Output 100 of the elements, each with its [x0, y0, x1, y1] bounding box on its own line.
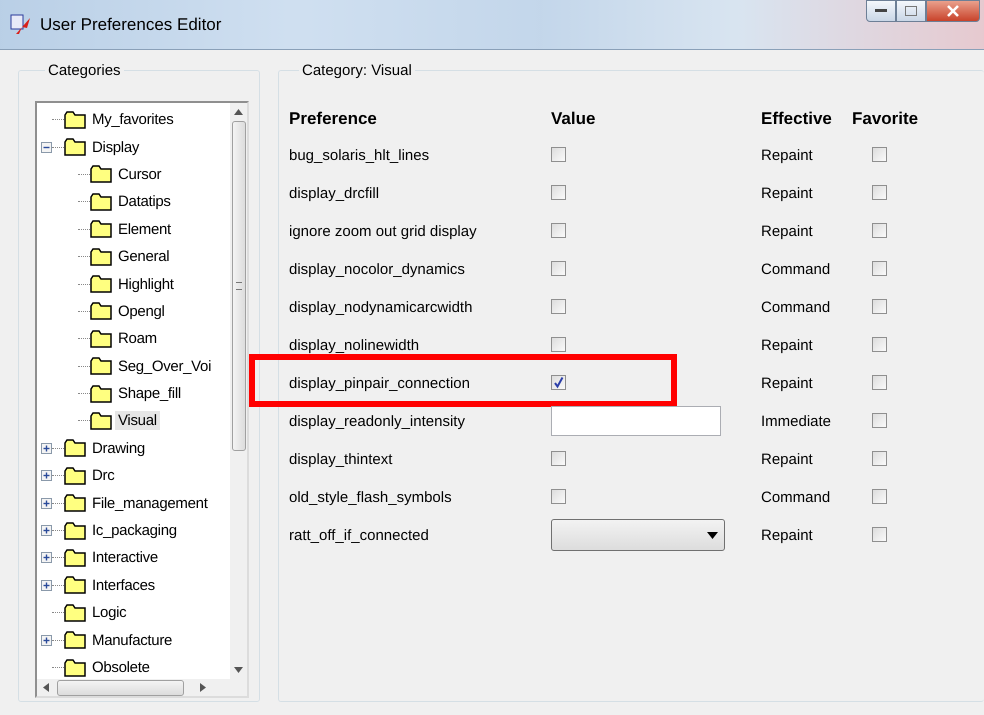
expand-icon[interactable]: [41, 552, 52, 564]
tree-item[interactable]: General: [115, 247, 172, 266]
tree-item[interactable]: Roam: [115, 329, 160, 348]
folder-icon: [64, 439, 86, 458]
tree-item[interactable]: Display: [89, 138, 142, 157]
effective-value: Repaint: [761, 451, 814, 470]
value-checkbox[interactable]: [551, 299, 566, 314]
value-dropdown[interactable]: [551, 519, 725, 551]
minimize-button[interactable]: [866, 0, 896, 22]
folder-icon: [64, 548, 86, 567]
favorite-checkbox[interactable]: [872, 261, 887, 276]
scroll-down-icon[interactable]: [234, 667, 243, 673]
column-header: Effective: [761, 109, 833, 130]
folder-icon: [90, 165, 112, 184]
minimize-icon: [875, 9, 887, 13]
scroll-up-icon[interactable]: [234, 109, 243, 115]
tree-item[interactable]: Interfaces: [89, 576, 158, 595]
favorite-checkbox[interactable]: [872, 299, 887, 314]
folder-icon: [64, 576, 86, 594]
folder-icon: [64, 466, 86, 485]
favorite-checkbox[interactable]: [872, 451, 887, 466]
tree-item[interactable]: Obsolete: [89, 658, 153, 677]
tree-item[interactable]: Datatips: [115, 192, 174, 212]
folder-icon: [64, 604, 86, 622]
expand-icon[interactable]: [41, 580, 52, 591]
tree-item[interactable]: Ic_packaging: [89, 521, 180, 540]
folder-icon: [64, 631, 86, 650]
preference-name: display_readonly_intensity: [289, 413, 465, 430]
window-title: User Preferences Editor: [40, 14, 222, 34]
value-checkbox[interactable]: [551, 261, 566, 276]
preference-name: display_nodynamicarcwidth: [289, 299, 472, 316]
tree-item[interactable]: Element: [115, 220, 174, 239]
effective-value: Immediate: [761, 413, 832, 432]
column-header: Value: [551, 109, 596, 130]
scroll-left-icon[interactable]: [43, 683, 49, 692]
expand-icon[interactable]: [41, 634, 52, 646]
folder-icon: [90, 357, 112, 376]
app-icon: [10, 14, 32, 36]
maximize-icon: [905, 6, 917, 16]
column-header: Favorite: [852, 109, 920, 130]
tree-item[interactable]: Manufacture: [89, 630, 176, 650]
scroll-right-icon[interactable]: [200, 683, 206, 692]
effective-value: Command: [761, 261, 832, 280]
folder-icon: [90, 302, 112, 320]
value-field[interactable]: [551, 406, 721, 436]
close-button[interactable]: [926, 0, 980, 22]
folder-icon: [90, 275, 112, 294]
folder-icon: [64, 138, 86, 156]
tree-item[interactable]: Drc: [89, 466, 118, 486]
favorite-checkbox[interactable]: [872, 337, 887, 352]
folder-icon: [64, 658, 86, 676]
favorite-checkbox[interactable]: [872, 185, 887, 200]
preference-name: display_nocolor_dynamics: [289, 261, 465, 278]
effective-value: Repaint: [761, 375, 814, 394]
tree-item[interactable]: Interactive: [89, 548, 161, 568]
tree-item[interactable]: Visual: [115, 411, 160, 430]
preference-name: ignore zoom out grid display: [289, 223, 477, 240]
value-checkbox[interactable]: [551, 375, 566, 390]
folder-icon: [64, 110, 86, 129]
value-checkbox[interactable]: [551, 147, 566, 162]
preference-name: display_pinpair_connection: [289, 375, 470, 392]
value-checkbox[interactable]: [551, 223, 566, 238]
maximize-button[interactable]: [896, 0, 926, 22]
effective-value: Repaint: [761, 147, 814, 166]
tree-item[interactable]: Seg_Over_Voi: [115, 356, 214, 376]
expand-icon[interactable]: [41, 498, 52, 509]
tree-item[interactable]: My_favorites: [89, 110, 176, 130]
value-checkbox[interactable]: [551, 185, 566, 200]
horizontal-scrollbar[interactable]: [37, 679, 247, 696]
folder-icon: [90, 384, 112, 403]
value-checkbox[interactable]: [551, 489, 566, 504]
favorite-checkbox[interactable]: [872, 375, 887, 390]
folder-icon: [90, 220, 112, 238]
group-title: Category: Visual: [301, 62, 413, 79]
value-checkbox[interactable]: [551, 451, 566, 466]
folder-icon: [90, 330, 112, 348]
folder-icon: [90, 248, 112, 266]
tree-item[interactable]: File_management: [89, 494, 211, 513]
tree-item[interactable]: Highlight: [115, 274, 177, 294]
vertical-scrollbar[interactable]: [230, 103, 247, 679]
tree-item[interactable]: Shape_fill: [115, 384, 184, 404]
folder-icon: [64, 522, 86, 540]
value-checkbox[interactable]: [551, 337, 566, 352]
tree-item[interactable]: Cursor: [115, 164, 164, 184]
tree-item[interactable]: Opengl: [115, 302, 168, 321]
expand-icon[interactable]: [41, 525, 52, 536]
preference-name: display_thintext: [289, 451, 392, 468]
effective-value: Repaint: [761, 337, 814, 356]
favorite-checkbox[interactable]: [872, 489, 887, 504]
tree-item[interactable]: Drawing: [89, 438, 148, 458]
favorite-checkbox[interactable]: [872, 527, 887, 542]
expand-icon[interactable]: [41, 442, 52, 454]
preference-name: ratt_off_if_connected: [289, 527, 429, 544]
close-icon: [946, 5, 960, 17]
collapse-icon[interactable]: [41, 142, 52, 153]
favorite-checkbox[interactable]: [872, 147, 887, 162]
favorite-checkbox[interactable]: [872, 413, 887, 428]
expand-icon[interactable]: [41, 470, 52, 482]
favorite-checkbox[interactable]: [872, 223, 887, 238]
tree-item[interactable]: Logic: [89, 603, 130, 622]
